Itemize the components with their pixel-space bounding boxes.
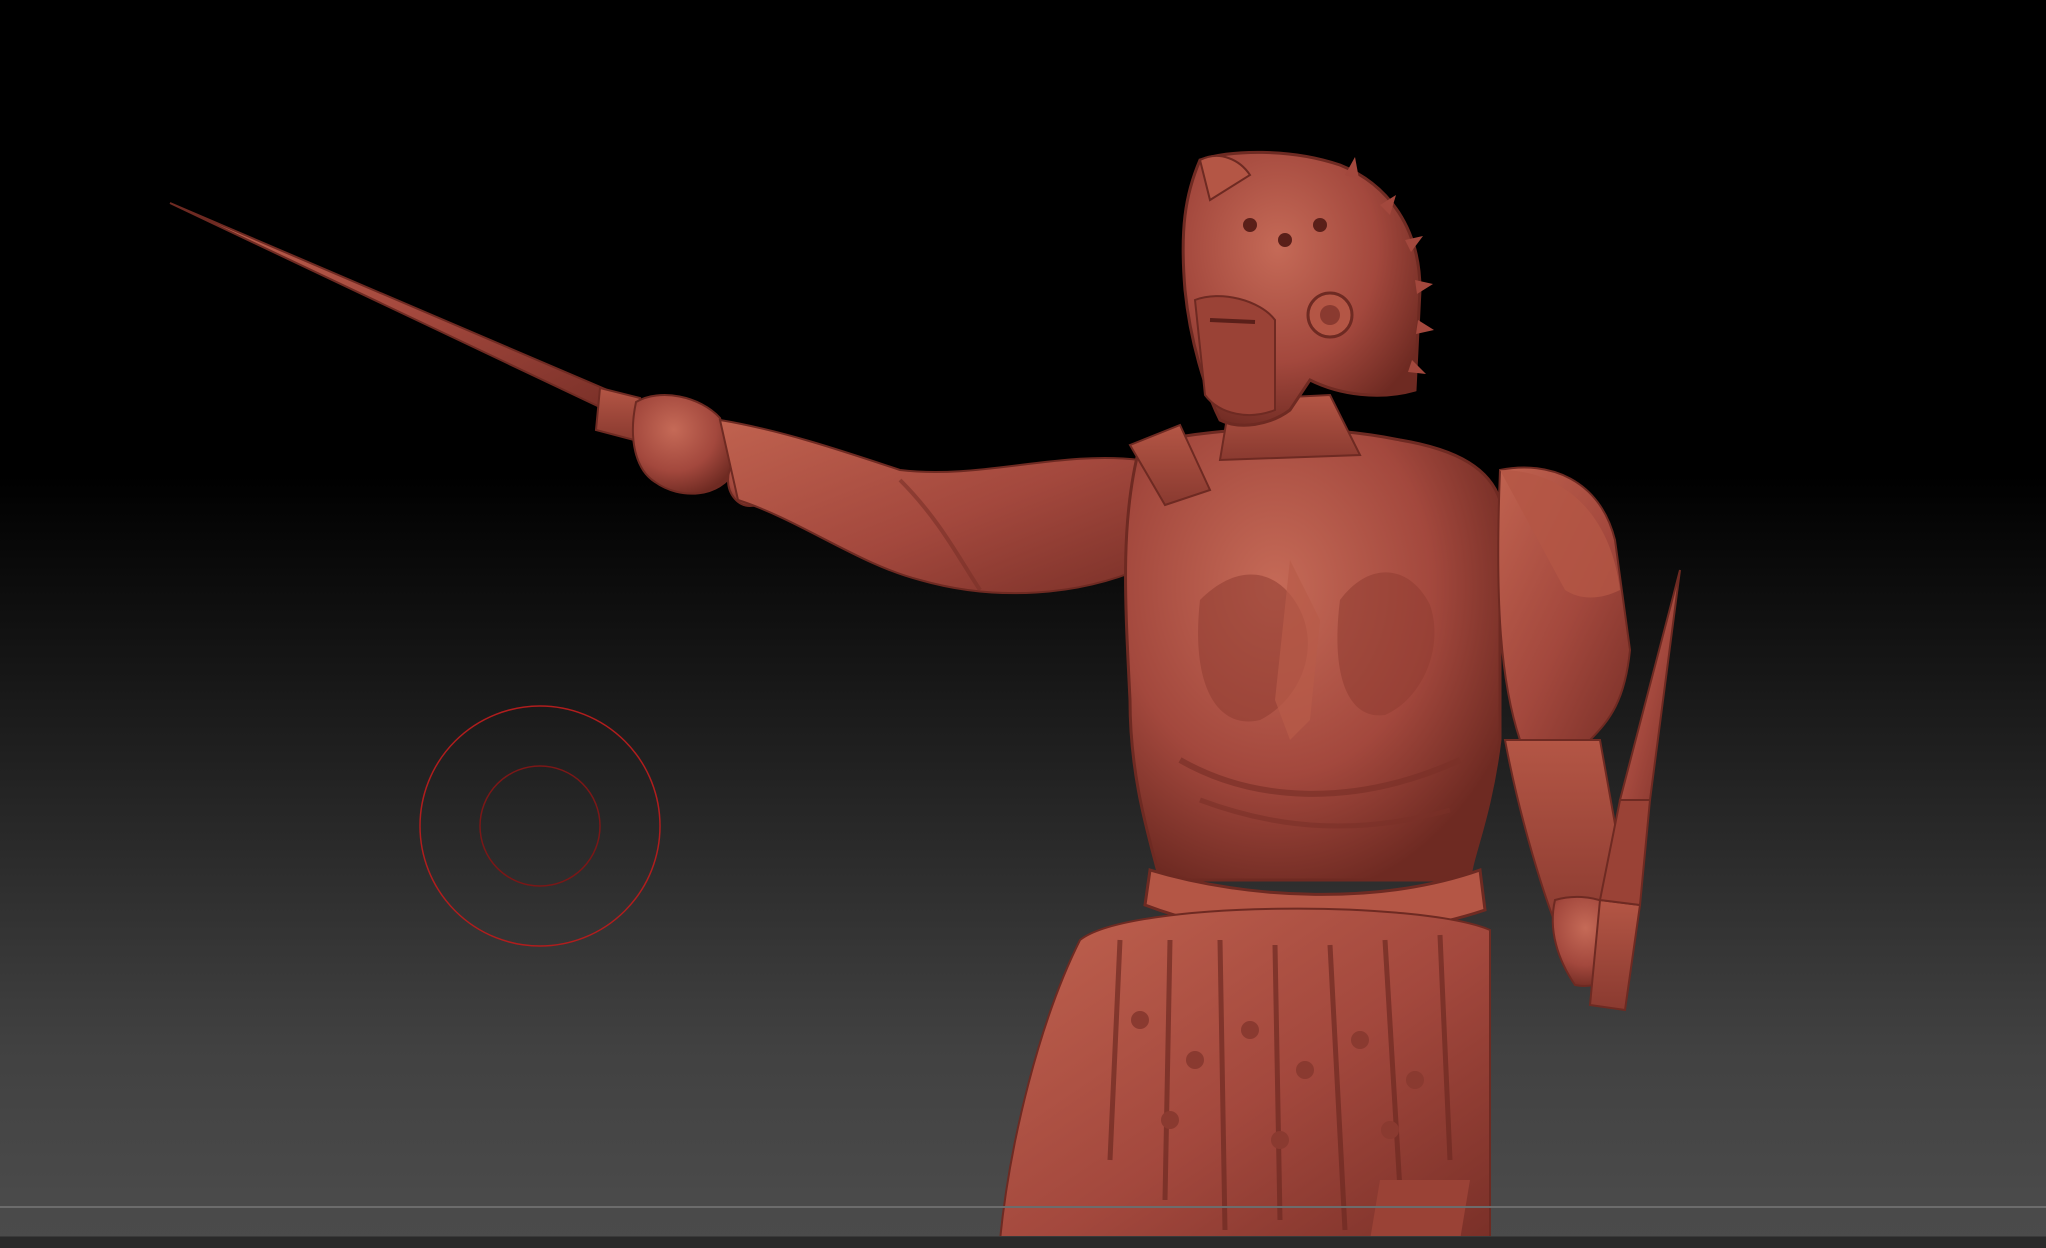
helmet <box>1181 150 1434 427</box>
long-sword <box>169 202 642 442</box>
floor-grid-line <box>0 1206 2046 1208</box>
extended-arm <box>718 418 1162 595</box>
sculpt-viewport[interactable] <box>0 0 2046 1248</box>
bottom-tray <box>0 1236 2046 1248</box>
gladiator-sculpt-model[interactable] <box>0 0 2046 1248</box>
pteruges-skirt <box>998 907 1491 1241</box>
